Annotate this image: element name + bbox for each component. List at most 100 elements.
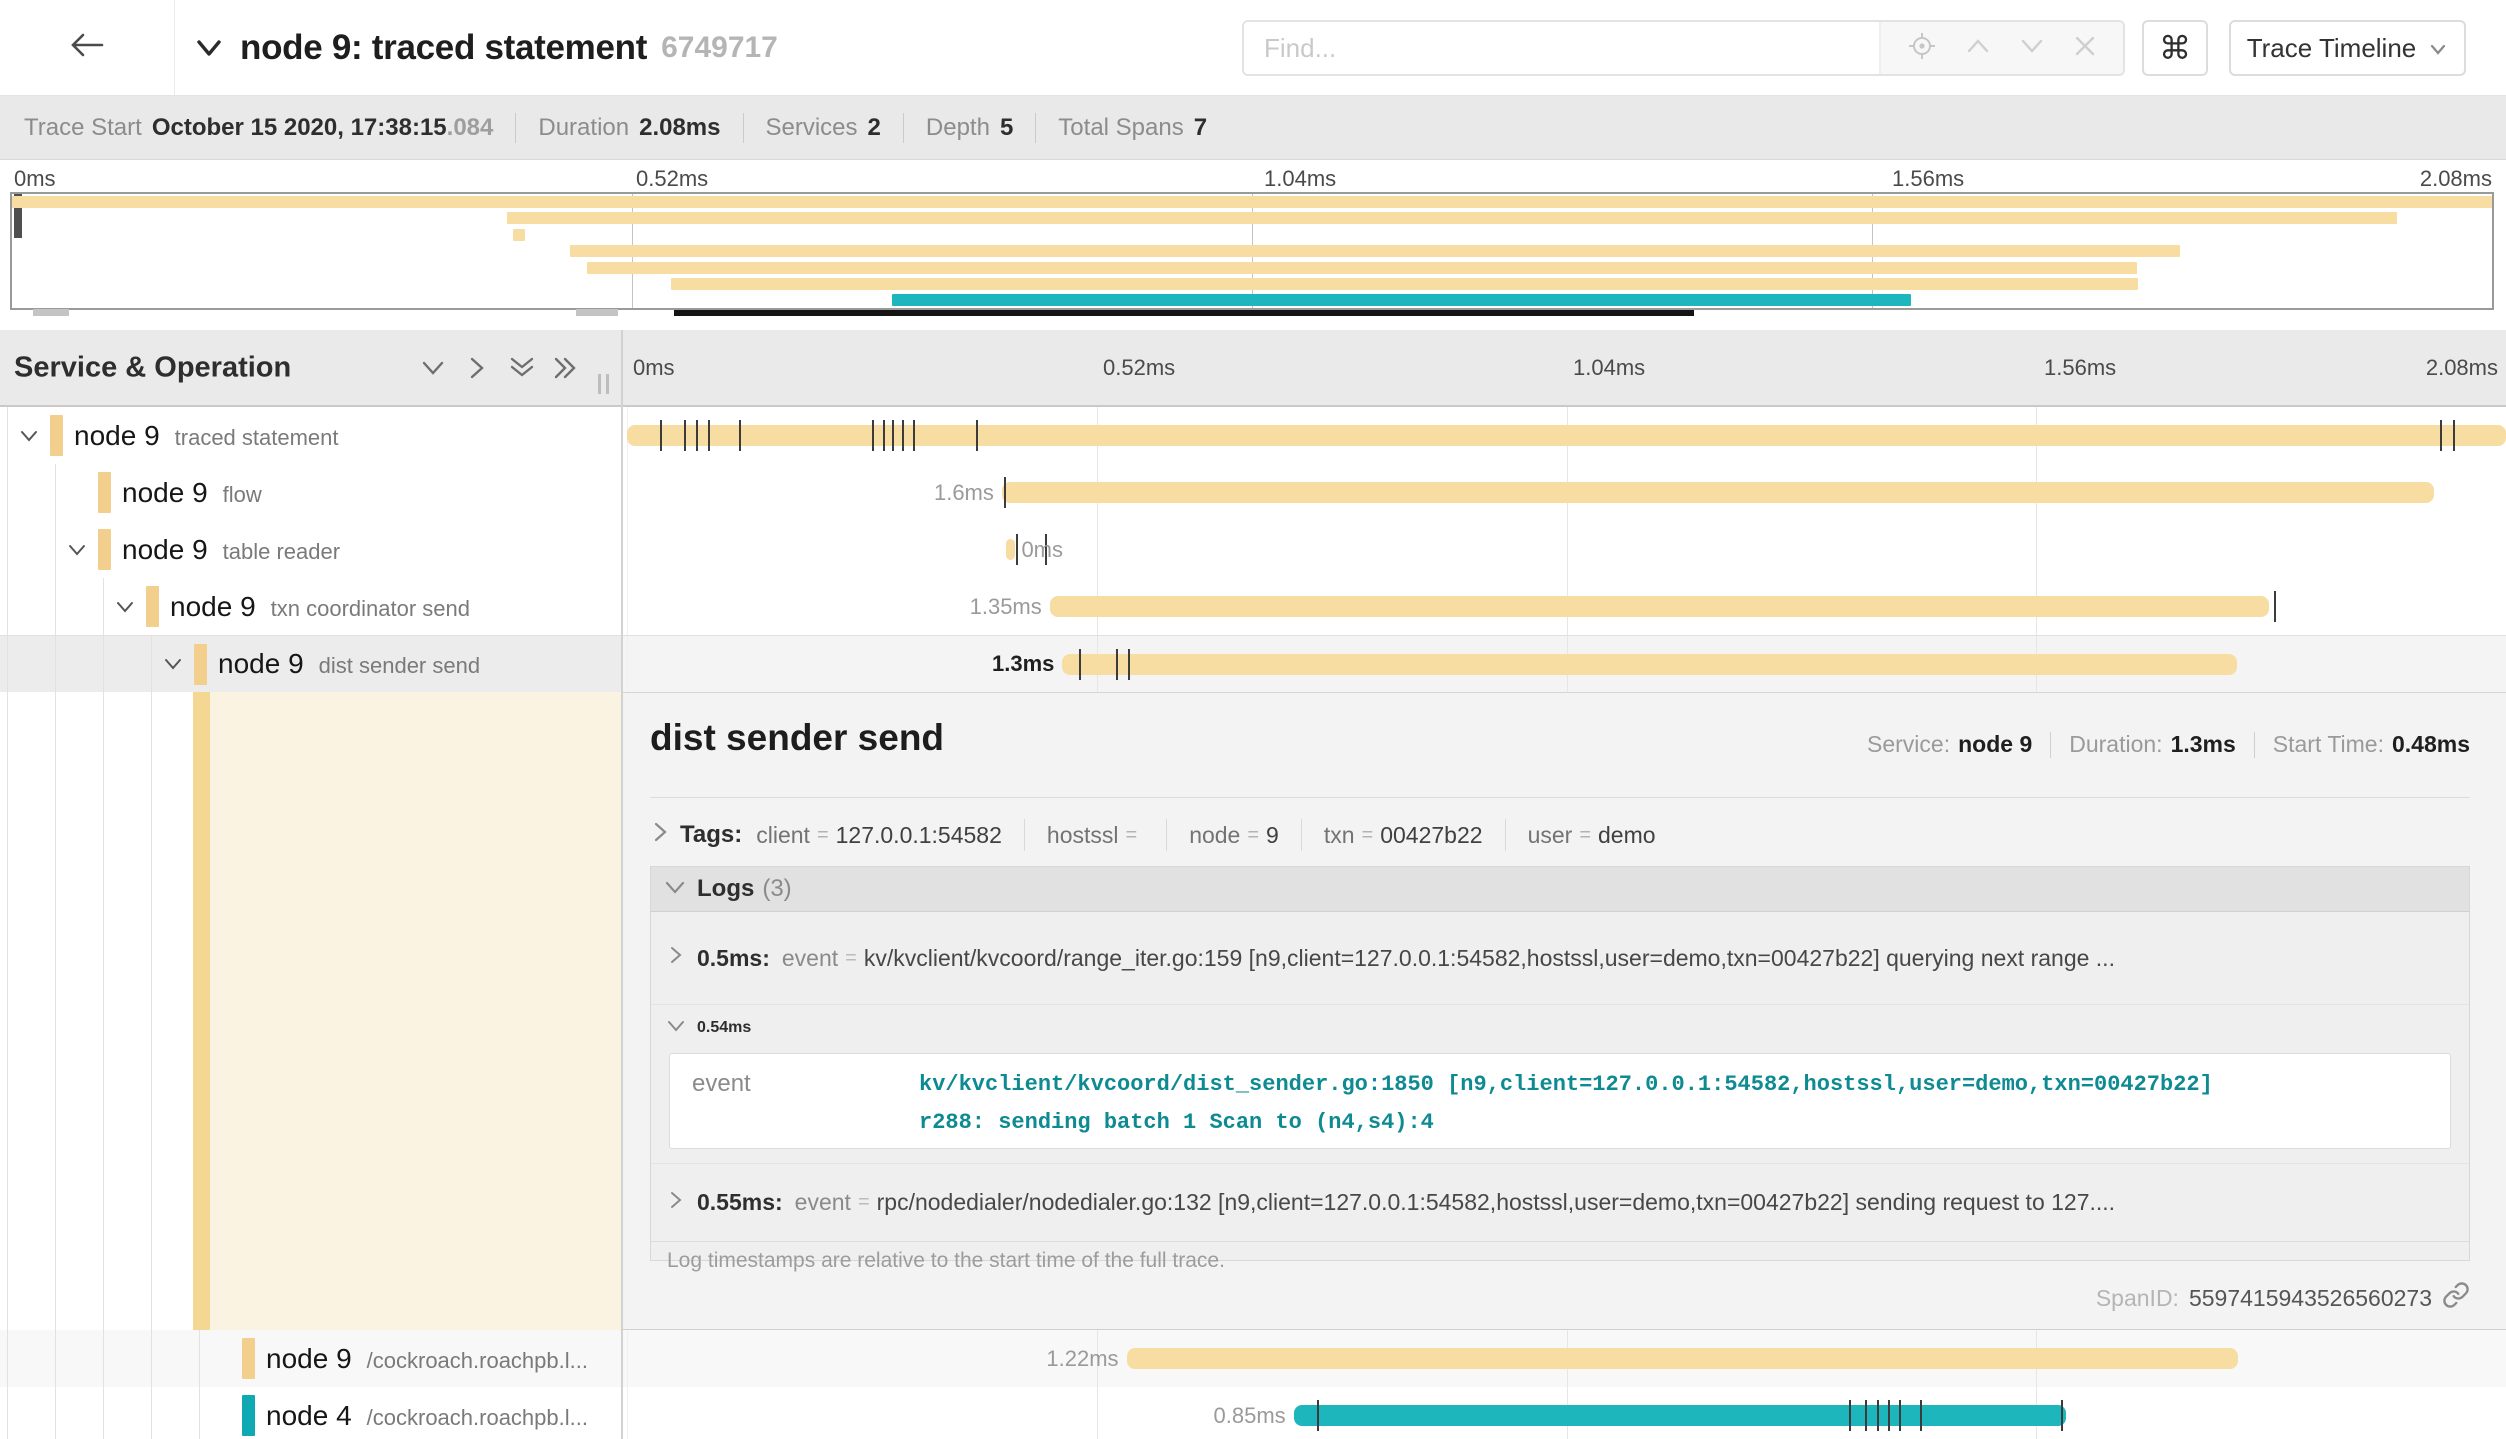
- span-duration-bar[interactable]: [1062, 654, 2236, 675]
- span-event-tick: [708, 420, 710, 451]
- chevron-down-icon[interactable]: [18, 425, 40, 447]
- axis-tick-label: 0ms: [14, 166, 56, 192]
- span-duration-bar[interactable]: [1002, 482, 2434, 503]
- log-entry-header[interactable]: 0.54ms: [651, 1005, 2469, 1051]
- next-result-icon[interactable]: [2018, 35, 2046, 62]
- collapse-one-icon[interactable]: [418, 355, 448, 381]
- span-event-tick: [1920, 1400, 1922, 1431]
- tags-toggle-row[interactable]: Tags: client=127.0.0.1:54582hostssl=node…: [650, 811, 1656, 859]
- collapse-trace-chevron-icon[interactable]: [192, 33, 226, 63]
- span-operation-name: txn coordinator send: [271, 596, 470, 621]
- tag-equals: =: [1362, 824, 1374, 847]
- column-resizer-grip[interactable]: [598, 374, 609, 394]
- span-duration-bar[interactable]: [1127, 1348, 2238, 1369]
- span-row-label[interactable]: node 4/cockroach.roachpb.l...: [266, 1400, 588, 1432]
- page-title: node 9: traced statement: [240, 28, 647, 68]
- span-row-timeline-cell[interactable]: 1.3ms: [623, 636, 2506, 692]
- span-row-label[interactable]: node 9traced statement: [74, 420, 339, 452]
- timeline-axis: 0ms0.52ms1.04ms1.56ms2.08ms: [623, 330, 2506, 405]
- span-event-tick: [1016, 534, 1018, 565]
- span-row-tree-cell[interactable]: node 9txn coordinator send: [0, 578, 622, 635]
- span-row[interactable]: node 9txn coordinator send 1.35ms: [0, 578, 2506, 635]
- log-equals: =: [858, 1191, 870, 1214]
- log-entry-row[interactable]: 0.55ms:event=rpc/nodedialer/nodedialer.g…: [651, 1163, 2469, 1241]
- prev-result-icon[interactable]: [1964, 35, 1992, 62]
- span-event-tick: [1888, 1400, 1890, 1431]
- minimap-track-nub: [33, 309, 69, 316]
- indent-guide: [55, 636, 56, 692]
- log-entry-row[interactable]: 0.5ms:event=kv/kvclient/kvcoord/range_it…: [651, 912, 2469, 1004]
- minimap-span-bar: [513, 229, 525, 241]
- span-operation-name: /cockroach.roachpb.l...: [367, 1405, 588, 1430]
- logs-header[interactable]: Logs (3): [651, 867, 2469, 912]
- span-row-tree-cell[interactable]: node 9table reader: [0, 521, 622, 578]
- chevron-right-icon: [665, 944, 687, 972]
- timeline-gridline: [1567, 521, 1568, 578]
- timeline-gridline: [627, 636, 628, 692]
- chevron-right-icon: [665, 1189, 687, 1217]
- timeline-gridline: [627, 1330, 628, 1387]
- span-row-timeline-cell[interactable]: 1.35ms: [623, 578, 2506, 635]
- back-button[interactable]: [0, 0, 175, 95]
- indent-guide: [7, 464, 8, 521]
- span-row[interactable]: node 9table reader 0ms: [0, 521, 2506, 578]
- span-operation-name: table reader: [223, 539, 340, 564]
- clear-search-icon[interactable]: [2073, 34, 2097, 63]
- minimap-scrollbar-thumb[interactable]: [674, 310, 1694, 316]
- span-event-tick: [1116, 649, 1118, 680]
- span-row-timeline-cell[interactable]: 0.85ms: [623, 1387, 2506, 1439]
- span-duration-bar[interactable]: [1050, 596, 2270, 617]
- span-row-label[interactable]: node 9dist sender send: [218, 648, 480, 680]
- trace-summary-bar: Trace StartOctober 15 2020, 17:38:15.084…: [0, 96, 2506, 160]
- span-row[interactable]: node 9flow 1.6ms: [0, 464, 2506, 521]
- minimap-canvas[interactable]: [10, 192, 2494, 310]
- link-icon[interactable]: [2442, 1281, 2470, 1315]
- trace-meta-value-suffix: .084: [447, 114, 494, 142]
- span-row-label[interactable]: node 9flow: [122, 477, 262, 509]
- span-row-tree-cell[interactable]: node 9flow: [0, 464, 622, 521]
- span-row-tree-cell[interactable]: node 9/cockroach.roachpb.l...: [0, 1330, 622, 1387]
- start-time-label: Start Time:: [2273, 731, 2384, 758]
- timeline-header: Service & Operation 0ms0.52ms1.04ms1.56m…: [0, 330, 2506, 407]
- minimap-span-row: [12, 227, 2492, 243]
- chevron-down-icon[interactable]: [162, 653, 184, 675]
- collapse-all-icon[interactable]: [506, 353, 538, 383]
- span-row-label[interactable]: node 9table reader: [122, 534, 340, 566]
- timeline-gridline: [627, 578, 628, 635]
- span-row[interactable]: node 9traced statement: [0, 407, 2506, 464]
- chevron-down-icon[interactable]: [114, 596, 136, 618]
- span-row-timeline-cell[interactable]: 0ms: [623, 521, 2506, 578]
- span-row[interactable]: node 4/cockroach.roachpb.l... 0.85ms: [0, 1387, 2506, 1439]
- span-service-name: node 9: [74, 420, 160, 451]
- column-divider[interactable]: [621, 330, 623, 1439]
- span-duration-bar[interactable]: [1294, 1405, 2066, 1426]
- logs-body: 0.5ms:event=kv/kvclient/kvcoord/range_it…: [651, 912, 2469, 1241]
- span-row-tree-cell[interactable]: node 9traced statement: [0, 407, 622, 464]
- span-row-label[interactable]: node 9txn coordinator send: [170, 591, 470, 623]
- span-row-timeline-cell[interactable]: 1.6ms: [623, 464, 2506, 521]
- log-field-value: rpc/nodedialer/nodedialer.go:132 [n9,cli…: [877, 1189, 2115, 1216]
- locate-icon[interactable]: [1907, 31, 1937, 66]
- find-input[interactable]: [1244, 22, 1879, 74]
- span-duration-label: 0.85ms: [1214, 1403, 1286, 1429]
- span-row-timeline-cell[interactable]: [623, 407, 2506, 464]
- expand-one-icon[interactable]: [464, 354, 490, 382]
- axis-tick-label: 1.56ms: [2044, 355, 2116, 381]
- view-dropdown-button[interactable]: Trace Timeline: [2229, 20, 2466, 76]
- chevron-down-icon[interactable]: [66, 539, 88, 561]
- span-row-timeline-cell[interactable]: 1.22ms: [623, 1330, 2506, 1387]
- span-row[interactable]: node 9/cockroach.roachpb.l... 1.22ms: [0, 1330, 2506, 1387]
- span-duration-bar[interactable]: [1006, 539, 1015, 560]
- span-row-tree-cell[interactable]: node 4/cockroach.roachpb.l...: [0, 1387, 622, 1439]
- span-row-tree-cell[interactable]: node 9dist sender send: [0, 636, 622, 692]
- span-duration-label: 1.6ms: [934, 480, 994, 506]
- span-row[interactable]: node 9dist sender send 1.3ms: [0, 635, 2506, 692]
- keyboard-shortcuts-button[interactable]: ⌘: [2142, 20, 2208, 76]
- log-field-key: event: [670, 1054, 919, 1148]
- indent-guide: [103, 1387, 104, 1439]
- span-service-name: node 4: [266, 1400, 352, 1431]
- expand-all-icon[interactable]: [550, 353, 582, 383]
- span-row-label[interactable]: node 9/cockroach.roachpb.l...: [266, 1343, 588, 1375]
- span-duration-bar[interactable]: [627, 425, 2506, 446]
- service-label: Service:: [1867, 731, 1950, 758]
